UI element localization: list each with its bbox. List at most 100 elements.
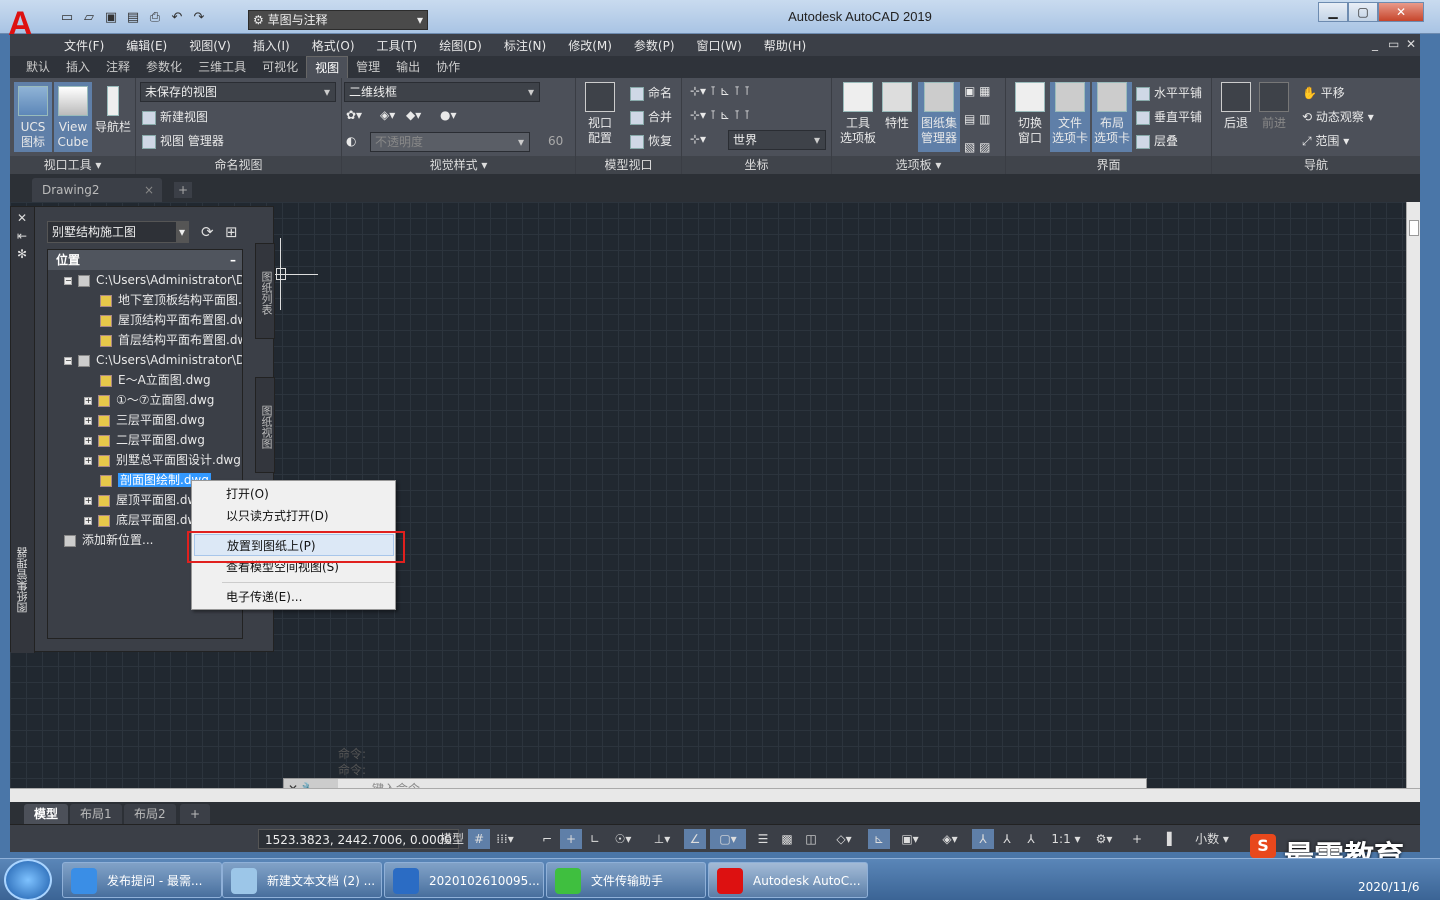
menu-3[interactable]: 插入(I) <box>253 37 302 54</box>
menu-4[interactable]: 格式(O) <box>312 37 367 54</box>
menu-9[interactable]: 参数(P) <box>634 37 687 54</box>
annotation-scale-icon[interactable]: ⅄ <box>1020 829 1042 849</box>
navbar-button[interactable]: 导航栏 <box>94 82 132 152</box>
add-location-icon[interactable]: ⊞ <box>225 223 238 241</box>
panel-title-palettes[interactable]: 选项板 ▾ <box>832 156 1005 174</box>
viewport-join-button[interactable]: 合并 <box>630 108 672 125</box>
named-view-dropdown[interactable]: 未保存的视图 <box>140 82 336 102</box>
units-icon[interactable]: ▐ <box>1156 829 1178 849</box>
horizontal-scrollbar[interactable] <box>10 788 1420 802</box>
taskbar-item-wechat[interactable]: 文件传输助手 <box>546 862 706 898</box>
pan-button[interactable]: ✋ 平移 <box>1302 84 1345 101</box>
menu-11[interactable]: 帮助(H) <box>764 37 818 54</box>
taskbar-item-browser[interactable]: 发布提问 - 最需... <box>62 862 222 898</box>
ucs-icon-button[interactable]: UCS 图标 <box>14 82 52 152</box>
viewport-name-button[interactable]: 命名 <box>630 84 672 101</box>
new-file-tab-button[interactable]: + <box>174 182 192 198</box>
close-icon[interactable]: × <box>144 178 154 202</box>
transparency-icon[interactable]: ▩ <box>776 829 798 849</box>
ribbon-tab-0[interactable]: 默认 <box>18 56 58 78</box>
visual-style-dropdown[interactable]: 二维线框 <box>344 82 540 102</box>
tree-file[interactable]: + 别墅总平面图设计.dwg <box>84 450 241 470</box>
viewcube-button[interactable]: View Cube <box>54 82 92 152</box>
ucs-tools-row2[interactable]: ⊹▾ ⊺ ⊾ ⊺ ⊺ <box>690 108 750 122</box>
forward-button[interactable]: 前进 <box>1256 82 1292 152</box>
back-button[interactable]: 后退 <box>1218 82 1254 152</box>
tree-file[interactable]: 地下室顶板结构平面图.dv <box>100 290 242 310</box>
ribbon-tab-3[interactable]: 参数化 <box>138 56 190 78</box>
new-view-button[interactable]: 新建视图 <box>142 108 208 125</box>
tree-file[interactable]: + 二层平面图.dwg <box>84 430 205 450</box>
tree-file[interactable]: + ①～⑦立面图.dwg <box>84 390 214 410</box>
switch-window-button[interactable]: 切换 窗口 <box>1010 82 1050 152</box>
annotation-scale-dropdown[interactable]: 1:1 ▾ <box>1046 829 1086 849</box>
expand-icon[interactable]: + <box>84 496 92 505</box>
add-location-item[interactable]: 添加新位置... <box>64 530 153 550</box>
ribbon-tab-4[interactable]: 三维工具 <box>190 56 254 78</box>
opacity-slider[interactable]: 不透明度 <box>370 132 530 152</box>
collapse-icon[interactable]: − <box>64 276 72 285</box>
minimize-button[interactable]: ▁ <box>1318 2 1348 22</box>
ucs-tools-row1[interactable]: ⊹▾ ⊺ ⊾ ⊺ ⊺ <box>690 84 750 98</box>
tree-folder[interactable]: − C:\Users\Administrator\De <box>64 350 242 370</box>
properties-icon[interactable]: ✻ <box>17 247 27 261</box>
menu-1[interactable]: 编辑(E) <box>126 37 179 54</box>
doc-close-icon[interactable]: ✕ <box>1406 37 1416 51</box>
color-icon[interactable]: ◆▾ <box>406 108 421 122</box>
grid-icon[interactable]: # <box>468 829 490 849</box>
taskbar-item-autocad[interactable]: Autodesk AutoC... <box>708 862 868 898</box>
ribbon-tab-9[interactable]: 协作 <box>428 56 468 78</box>
menu-5[interactable]: 工具(T) <box>377 37 430 54</box>
gizmo-icon[interactable]: ◈▾ <box>932 829 968 849</box>
ribbon-tab-7[interactable]: 管理 <box>348 56 388 78</box>
viewport-restore-button[interactable]: 恢复 <box>630 132 672 149</box>
tree-file[interactable]: + 三层平面图.dwg <box>84 410 205 430</box>
taskbar-clock-date[interactable]: 2020/11/6 <box>1358 880 1420 894</box>
section-header[interactable]: 位置 <box>48 250 242 270</box>
material-icon[interactable]: ◈▾ <box>380 108 395 122</box>
collapse-icon[interactable]: − <box>64 356 72 365</box>
annotation-monitor-icon[interactable]: + <box>1126 829 1148 849</box>
workspace-gear-icon[interactable]: ⚙▾ <box>1086 829 1122 849</box>
properties-button[interactable]: 特性 <box>878 82 916 152</box>
taskbar-item-word[interactable]: 2020102610095... <box>384 862 544 898</box>
units-dropdown[interactable]: 小数 ▾ <box>1180 829 1244 849</box>
menu-10[interactable]: 窗口(W) <box>697 37 754 54</box>
object-snap-tracking-icon[interactable]: ∠ <box>684 829 706 849</box>
viewport-config-button[interactable]: 视口 配置 <box>580 82 620 152</box>
infer-icon[interactable]: ⌐ <box>536 829 558 849</box>
ribbon-tab-2[interactable]: 注释 <box>98 56 138 78</box>
annotation-visibility-icon[interactable]: ⅄ <box>972 829 994 849</box>
menu-7[interactable]: 标注(N) <box>504 37 558 54</box>
ortho-icon[interactable]: ∟ <box>584 829 606 849</box>
render-icon[interactable]: ●▾ <box>440 108 457 122</box>
tree-folder[interactable]: − C:\Users\Administrator\De <box>64 270 242 290</box>
tree-file[interactable]: + 底层平面图.dwg <box>84 510 205 530</box>
model-space-button[interactable]: 模型 <box>438 829 466 849</box>
menu-item-open-readonly[interactable]: 以只读方式打开(D) <box>194 505 394 527</box>
3d-osnap-icon[interactable]: ◇▾ <box>826 829 862 849</box>
ucs-world-dropdown[interactable]: 世界 <box>728 130 826 150</box>
dynamic-input-icon[interactable]: + <box>560 829 582 849</box>
view-manager-button[interactable]: 视图 管理器 <box>142 132 224 149</box>
menu-0[interactable]: 文件(F) <box>64 37 116 54</box>
ribbon-tab-8[interactable]: 输出 <box>388 56 428 78</box>
tab-sheet-views[interactable]: 图纸视图 <box>255 377 275 473</box>
tree-file[interactable]: E～A立面图.dwg <box>100 370 211 390</box>
doc-minimize-icon[interactable]: _ <box>1372 37 1378 51</box>
expand-icon[interactable]: + <box>84 416 92 425</box>
scroll-thumb[interactable] <box>1409 220 1419 236</box>
orbit-button[interactable]: ⟲ 动态观察 ▾ <box>1302 108 1374 125</box>
ribbon-tab-6[interactable]: 视图 <box>306 56 349 78</box>
menu-6[interactable]: 绘图(D) <box>439 37 494 54</box>
taskbar-item-notepad[interactable]: 新建文本文档 (2) ... <box>222 862 382 898</box>
ucs-tools-row3[interactable]: ⊹▾ <box>690 132 706 146</box>
menu-8[interactable]: 修改(M) <box>568 37 624 54</box>
tool-palettes-button[interactable]: 工具 选项板 <box>838 82 878 152</box>
tab-layout2[interactable]: 布局2 <box>124 804 176 824</box>
snap-icon[interactable]: ⁞⁞⁞▾ <box>494 829 516 849</box>
sheetset-manager-button[interactable]: 图纸集 管理器 <box>918 82 960 152</box>
start-button[interactable] <box>4 859 52 900</box>
lineweight-icon[interactable]: ☰ <box>752 829 774 849</box>
palette-titlebar[interactable]: ✕ ⇤ ✻ 图纸集管理器 <box>11 207 35 653</box>
